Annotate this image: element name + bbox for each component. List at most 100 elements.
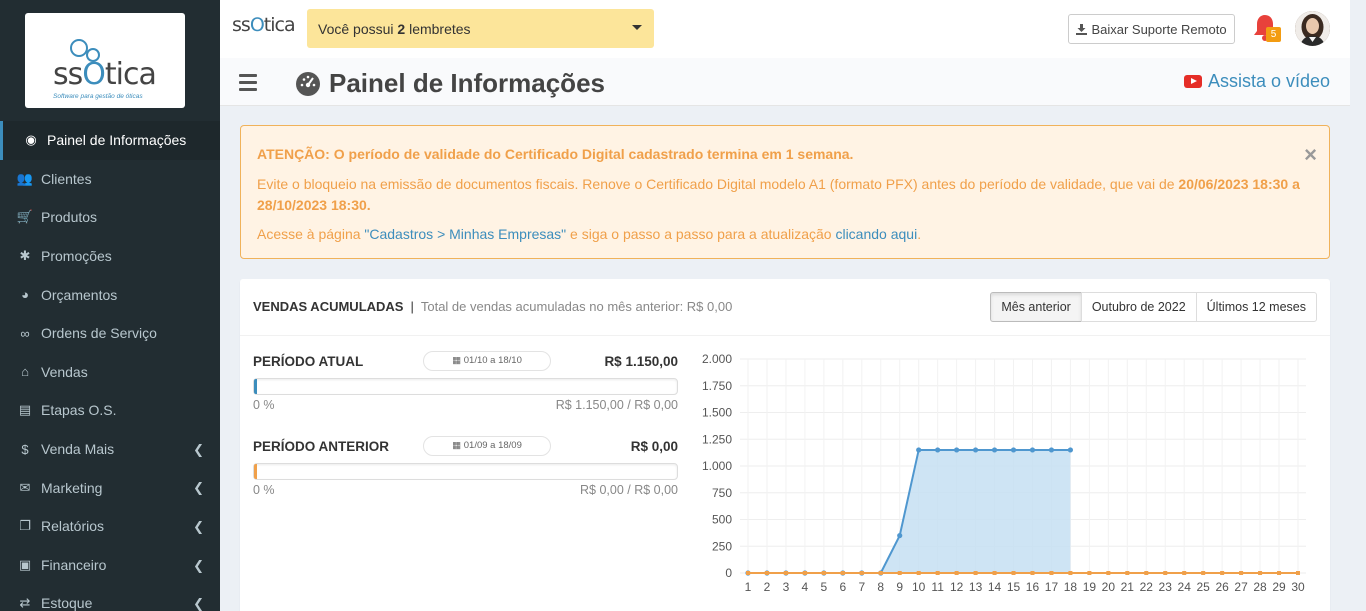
x-tick-label: 9 [896,580,903,594]
glasses-icon: ∞ [20,325,30,341]
y-tick-label: 250 [712,539,732,553]
series-point [878,571,883,575]
reminder-suffix: lembretes [405,21,471,37]
alert-instructions: Acesse à página "Cadastros > Minhas Empr… [257,226,922,243]
sidebar-item-orcamentos[interactable]: ◕ Orçamentos [0,275,220,314]
sidebar-item-produtos[interactable]: 🛒 Produtos [0,198,220,237]
remote-support-button[interactable]: Baixar Suporte Remoto [1068,14,1235,44]
calendar-icon: ▦ [452,355,462,366]
series-point [802,571,807,575]
current-period-percent: 0 % [253,398,275,412]
reminders-dropdown[interactable]: Você possui 2 lembretes [307,9,654,48]
range-previous-month-button[interactable]: Mês anterior [990,292,1082,322]
companies-page-link[interactable]: "Cadastros > Minhas Empresas" [364,226,566,242]
x-tick-label: 23 [1159,580,1173,594]
previous-progress-fill [254,464,257,479]
sidebar-item-vendas[interactable]: ⌂ Vendas [0,353,220,392]
x-tick-label: 11 [931,580,944,594]
series-point [1182,571,1187,575]
previous-period-percent: 0 % [253,483,275,497]
x-tick-label: 6 [839,580,846,594]
previous-period-ratio: R$ 0,00 / R$ 0,00 [580,483,678,497]
x-tick-label: 27 [1234,580,1248,594]
y-tick-label: 0 [725,566,732,580]
series-point [1106,571,1111,575]
series-point [1144,571,1149,575]
series-point [821,571,826,575]
y-tick-label: 1.500 [702,406,732,420]
sidebar-item-relatorios[interactable]: ❐ Relatórios ❮ [0,507,220,546]
panel-title-text: VENDAS ACUMULADAS [253,299,404,314]
sidebar-item-etapas-o-s[interactable]: ▤ Etapas O.S. [0,391,220,430]
sidebar-item-clientes[interactable]: 👥 Clientes [0,160,220,199]
range-button-group: Mês anterior Outubro de 2022 Últimos 12 … [990,292,1317,322]
top-navbar: ssOtica Você possui 2 lembretes Baixar S… [220,0,1350,58]
range-october-2022-button[interactable]: Outubro de 2022 [1080,292,1197,322]
calendar-icon: ▦ [452,440,462,451]
sidebar-item-financeiro[interactable]: ▣ Financeiro ❮ [0,546,220,585]
dashboard-icon: ◉ [25,132,37,148]
current-period-name: PERÍODO ATUAL [253,354,364,369]
sidebar-item-promocoes[interactable]: ✱ Promoções [0,237,220,276]
chevron-left-icon: ❮ [193,441,204,457]
series-point [1087,571,1092,575]
notification-count-badge: 5 [1266,27,1281,42]
series-point [1068,571,1073,575]
sidebar-item-label: Ordens de Serviço [41,325,157,342]
watch-video-label: Assista o vídeo [1207,71,1330,91]
y-tick-label: 2.000 [702,352,732,366]
chevron-left-icon: ❮ [193,518,204,534]
y-tick-label: 1.250 [702,432,732,446]
series-point [1067,447,1074,453]
current-period-value: R$ 1.150,00 [604,354,678,369]
series-point [1125,571,1130,575]
range-last-12-months-button[interactable]: Últimos 12 meses [1195,292,1317,322]
sidebar-item-painel-de-informacoes[interactable]: ◉ Painel de Informações [0,121,220,160]
watch-video-link[interactable]: Assista o vídeo [1183,71,1330,92]
panel-header: VENDAS ACUMULADAS | Total de vendas acumul… [240,279,1330,336]
sidebar-item-label: Relatórios [41,518,105,535]
sidebar-item-estoque[interactable]: ⇄ Estoque ❮ [0,584,220,611]
sidebar-item-label: Etapas O.S. [41,402,117,419]
cart-icon: 🛒 [16,209,34,225]
sidebar-item-label: Produtos [41,209,98,226]
y-tick-label: 500 [712,513,732,527]
series-point [916,447,922,453]
reminder-prefix: Você possui [318,21,398,37]
remote-support-label: Baixar Suporte Remoto [1091,21,1227,37]
click-here-link[interactable]: clicando aqui [835,226,917,242]
menu-toggle-icon[interactable] [239,74,257,95]
panel-subtitle: Total de vendas acumuladas no mês anteri… [420,299,733,314]
accumulated-sales-panel: VENDAS ACUMULADAS | Total de vendas acumul… [240,279,1330,611]
sidebar-logo[interactable]: ssOtica Software para gestão de óticas [25,13,185,108]
close-alert-button[interactable]: × [1304,138,1317,172]
sidebar-item-marketing[interactable]: ✉ Marketing ❮ [0,468,220,507]
x-tick-label: 14 [988,580,1002,594]
series-point [1049,571,1054,575]
chevron-left-icon: ❮ [193,480,204,496]
user-photo-icon [1295,11,1330,46]
users-icon: 👥 [16,170,34,186]
current-period-dates: ▦ 01/10 a 18/10 [423,351,551,371]
sidebar-item-venda-mais[interactable]: $ Venda Mais ❮ [0,430,220,469]
series-point [954,447,960,453]
chevron-left-icon: ❮ [193,557,204,573]
list-icon: ▤ [18,402,32,418]
sidebar-item-ordens-de-servico[interactable]: ∞ Ordens de Serviço [0,314,220,353]
x-tick-label: 3 [783,580,790,594]
chevron-left-icon: ❮ [193,596,204,611]
copy-icon: ❐ [19,518,31,534]
logo-text: ssOtica [53,57,157,92]
x-tick-label: 15 [1007,580,1021,594]
x-tick-label: 19 [1083,580,1097,594]
user-avatar[interactable] [1295,11,1330,46]
series-point [991,447,998,453]
current-period-progress [253,378,678,395]
alert-body: Evite o bloqueio na emissão de documento… [257,175,1300,214]
x-tick-label: 25 [1196,580,1210,594]
top-logo[interactable]: ssOtica [232,14,296,36]
series-point [1220,571,1225,575]
series-point [1201,571,1206,575]
y-tick-label: 750 [712,486,732,500]
x-tick-label: 20 [1102,580,1116,594]
